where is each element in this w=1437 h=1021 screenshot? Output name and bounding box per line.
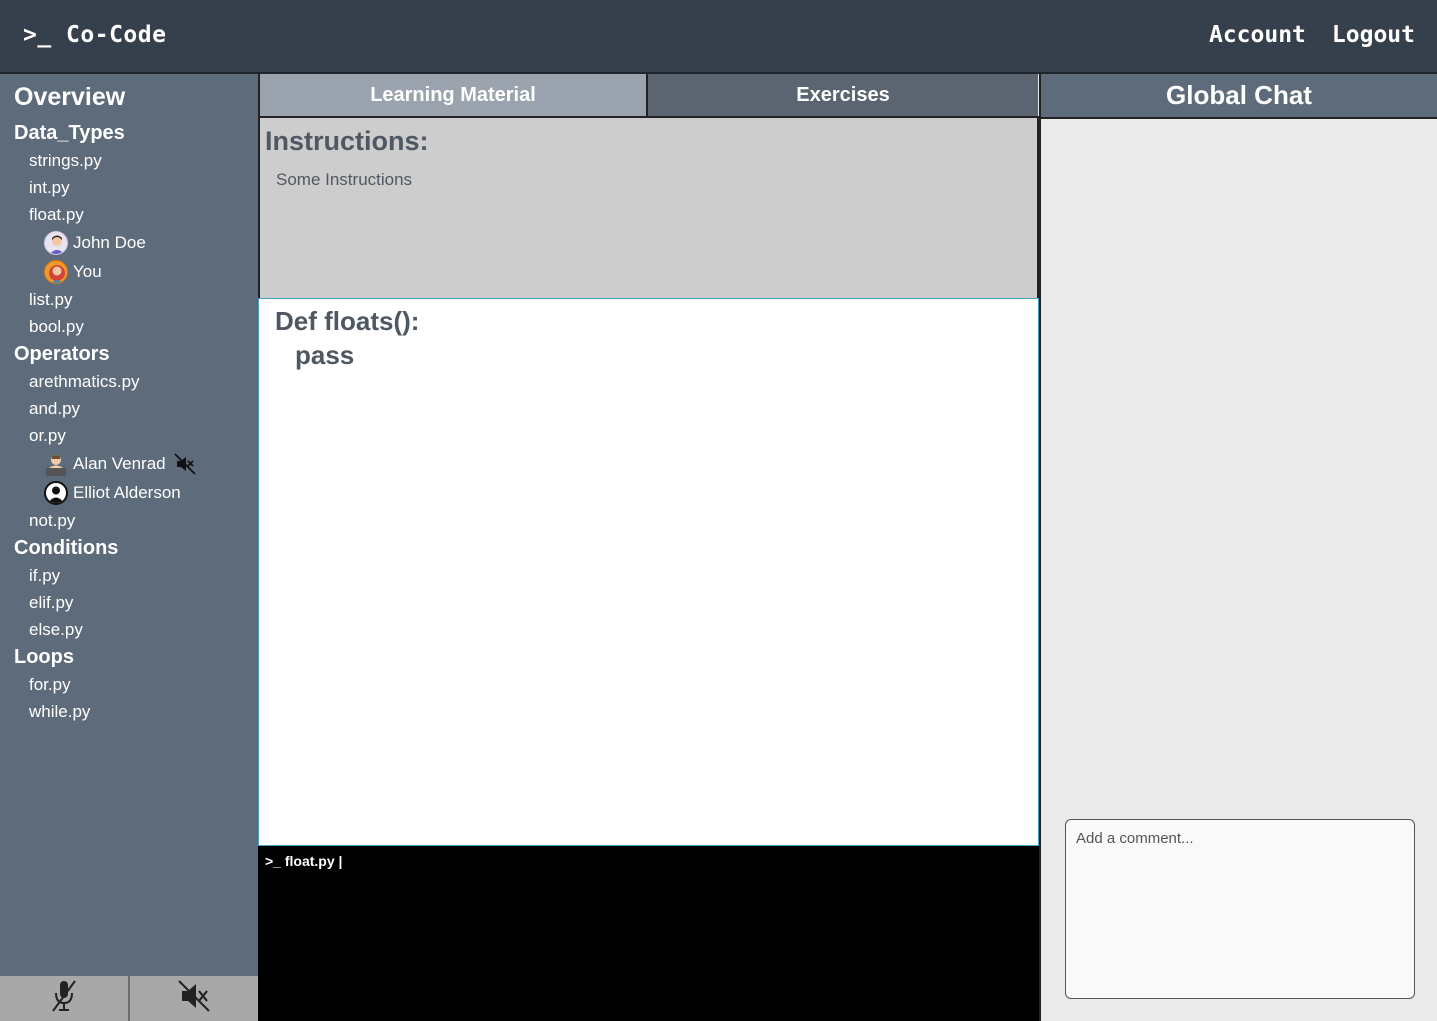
content-tabs: Learning Material Exercises: [258, 74, 1039, 118]
mic-muted-icon: [49, 979, 79, 1018]
top-bar: >_ Co-Code Account Logout: [0, 0, 1437, 74]
file-bool[interactable]: bool.py: [0, 313, 258, 340]
code-line-2[interactable]: pass: [295, 340, 354, 371]
collaborator-name: Elliot Alderson: [73, 483, 181, 502]
sidebar-title: Overview: [14, 83, 126, 111]
logout-link[interactable]: Logout: [1332, 22, 1415, 48]
collaborator-elliot-alderson[interactable]: Elliot Alderson: [0, 478, 258, 507]
file-elif[interactable]: elif.py: [0, 589, 258, 616]
account-link[interactable]: Account: [1209, 22, 1306, 48]
file-or[interactable]: or.py: [0, 422, 258, 449]
code-editor[interactable]: Def floats(): pass: [258, 298, 1039, 846]
audio-controls: [0, 976, 258, 1021]
collaborator-name: You: [73, 262, 102, 281]
folder-operators[interactable]: Operators: [0, 340, 258, 368]
top-nav: Account Logout: [1209, 22, 1415, 48]
folder-loops[interactable]: Loops: [0, 643, 258, 671]
instructions-text: Some Instructions: [276, 170, 413, 189]
collaborator-you[interactable]: You: [0, 257, 258, 286]
file-float[interactable]: float.py: [0, 201, 258, 228]
folder-data-types[interactable]: Data_Types: [0, 119, 258, 147]
file-tree: Data_Types strings.py int.py float.py Jo…: [0, 119, 258, 725]
instructions-title: Instructions:: [265, 126, 429, 156]
tab-exercises[interactable]: Exercises: [648, 74, 1038, 116]
tab-learning-material[interactable]: Learning Material: [258, 74, 648, 116]
instructions-panel: Instructions: Some Instructions: [258, 118, 1039, 298]
file-arethmatics[interactable]: arethmatics.py: [0, 368, 258, 395]
file-for[interactable]: for.py: [0, 671, 258, 698]
collaborator-name: John Doe: [73, 233, 146, 252]
male-avatar-icon: [44, 230, 68, 255]
file-else[interactable]: else.py: [0, 616, 258, 643]
file-strings[interactable]: strings.py: [0, 147, 258, 174]
person-avatar-icon: [44, 452, 68, 476]
collaborator-alan-venrad[interactable]: Alan Venrad: [0, 449, 258, 478]
mute-speaker-button[interactable]: [130, 976, 258, 1021]
folder-conditions[interactable]: Conditions: [0, 534, 258, 562]
file-and[interactable]: and.py: [0, 395, 258, 422]
file-if[interactable]: if.py: [0, 562, 258, 589]
file-list[interactable]: list.py: [0, 286, 258, 313]
app-logo[interactable]: >_ Co-Code: [23, 22, 166, 48]
sidebar: Overview Data_Types strings.py int.py fl…: [0, 74, 258, 976]
terminal[interactable]: >_ float.py |: [258, 846, 1039, 1021]
terminal-prompt: >_ float.py |: [265, 853, 343, 869]
comment-input[interactable]: [1065, 819, 1415, 999]
collaborator-name: Alan Venrad: [73, 454, 166, 473]
file-int[interactable]: int.py: [0, 174, 258, 201]
speaker-muted-icon: [176, 979, 212, 1018]
file-not[interactable]: not.py: [0, 507, 258, 534]
speaker-muted-icon: [174, 452, 196, 475]
user-silhouette-icon: [44, 480, 68, 505]
chat-title: Global Chat: [1039, 74, 1437, 119]
mute-mic-button[interactable]: [0, 976, 130, 1021]
collaborator-john-doe[interactable]: John Doe: [0, 228, 258, 257]
chat-panel: [1039, 119, 1437, 1021]
file-while[interactable]: while.py: [0, 698, 258, 725]
female-avatar-icon: [44, 259, 68, 284]
code-line-1[interactable]: Def floats():: [275, 306, 419, 337]
